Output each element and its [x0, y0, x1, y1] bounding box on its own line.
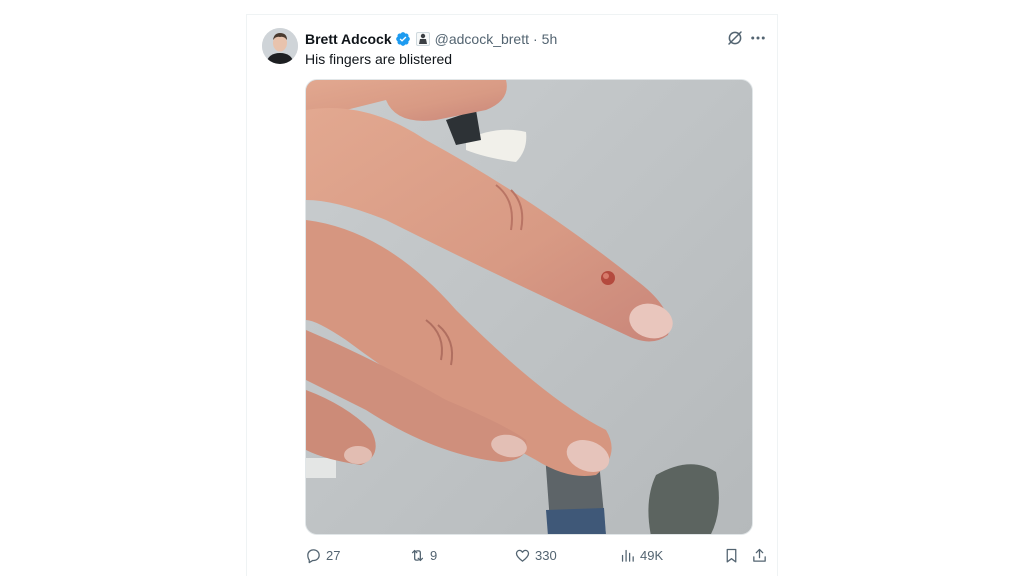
- retweet-icon: [411, 549, 424, 561]
- views-button[interactable]: 49K: [619, 545, 663, 565]
- retweet-button[interactable]: 9: [409, 545, 437, 565]
- bookmark-button[interactable]: [723, 545, 744, 565]
- tweet-header: Brett Adcock @adcock_brett · 5h: [305, 29, 557, 49]
- bookmark-icon: [726, 548, 737, 563]
- share-icon: [753, 548, 766, 562]
- like-count: 330: [535, 547, 557, 563]
- avatar[interactable]: [262, 28, 298, 64]
- like-button[interactable]: 330: [514, 545, 557, 565]
- reply-button[interactable]: 27: [305, 545, 340, 565]
- tweet-photo[interactable]: [305, 79, 753, 535]
- tweet-card[interactable]: Brett Adcock @adcock_brett · 5h His fing…: [246, 14, 778, 576]
- view-count: 49K: [640, 547, 664, 563]
- reply-count: 27: [326, 547, 341, 563]
- like-icon: [515, 549, 530, 562]
- retweet-count: 9: [430, 547, 438, 563]
- tweet-actions: 27 9 330 49K: [305, 545, 769, 565]
- affiliation-badge-icon[interactable]: [415, 32, 430, 46]
- share-button[interactable]: [751, 545, 772, 565]
- verified-badge-icon[interactable]: [395, 31, 411, 47]
- photo-hand-blistered-fingers: [306, 80, 752, 534]
- avatar-image: [262, 28, 298, 64]
- views-icon: [621, 549, 634, 562]
- separator-dot: ·: [533, 31, 538, 47]
- tweet-text: His fingers are blistered: [305, 51, 453, 67]
- grok-icon[interactable]: [726, 29, 744, 47]
- tweet-timestamp[interactable]: 5h: [542, 31, 558, 47]
- more-icon[interactable]: [749, 29, 767, 47]
- author-handle[interactable]: @adcock_brett: [435, 31, 529, 47]
- author-name[interactable]: Brett Adcock: [305, 31, 392, 47]
- reply-icon: [307, 548, 320, 563]
